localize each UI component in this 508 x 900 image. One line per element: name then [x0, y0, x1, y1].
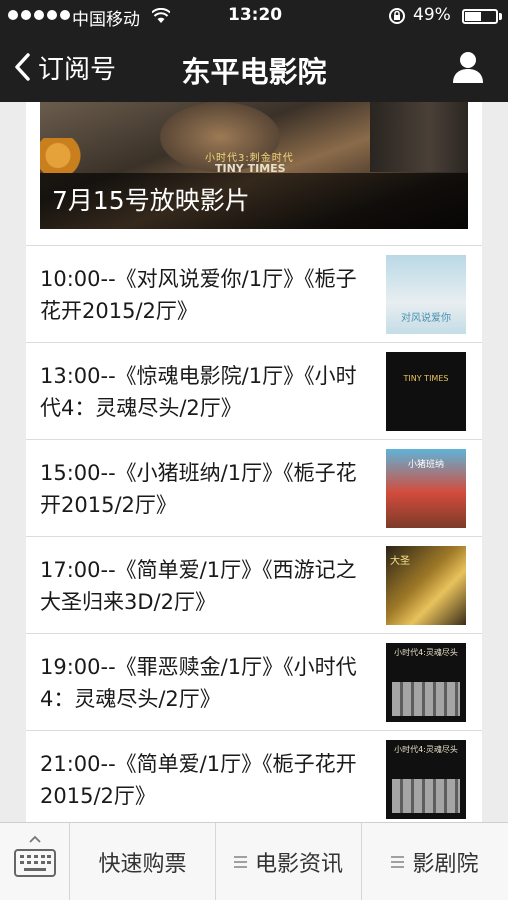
schedule-row[interactable]: 15:00--《小猪班纳/1厅》《栀子花开2015/2厅》 小猪班纳: [26, 439, 482, 536]
movie-poster-thumb: 对风说爱你: [386, 255, 466, 334]
movie-poster-thumb: 小时代4:灵魂尽头: [386, 643, 466, 722]
schedule-row[interactable]: 10:00--《对风说爱你/1厅》《栀子花开2015/2厅》 对风说爱你: [26, 245, 482, 342]
tab-label: 快速购票: [98, 852, 187, 877]
movie-poster-thumb: 大圣: [386, 546, 466, 625]
thumb-cast: [392, 779, 460, 813]
movie-poster-thumb: TINY TIMES: [386, 352, 466, 431]
battery-icon: [462, 9, 498, 24]
schedule-text: 19:00--《罪恶赎金/1厅》《小时代4：灵魂尽头/2厅》: [40, 655, 357, 711]
schedule-row[interactable]: 19:00--《罪恶赎金/1厅》《小时代4：灵魂尽头/2厅》 小时代4:灵魂尽头: [26, 633, 482, 730]
thumb-label: 小猪班纳: [407, 460, 444, 470]
banner-image[interactable]: 小时代3:刺金时代 TINY TIMES 7月15号放映影片: [40, 102, 468, 229]
tab-quick-ticket[interactable]: 快速购票: [70, 823, 216, 900]
thumb-label: 大圣: [390, 556, 410, 567]
menu-icon: [391, 856, 405, 868]
nav-bar: 订阅号 东平电影院: [0, 32, 508, 102]
thumb-label: TINY TIMES: [403, 374, 449, 383]
carrier-label: 中国移动: [72, 10, 140, 30]
signal-icon: [8, 10, 70, 20]
chevron-up-icon: [29, 835, 41, 843]
keyboard-icon: [14, 849, 56, 877]
bottom-menu-bar: 快速购票 电影资讯 影剧院: [0, 822, 508, 900]
status-bar: 中国移动 13:20 49%: [0, 0, 508, 32]
banner-container: 小时代3:刺金时代 TINY TIMES 7月15号放映影片: [26, 102, 482, 245]
schedule-text: 13:00--《惊魂电影院/1厅》《小时代4：灵魂尽头/2厅》: [40, 364, 357, 420]
app: 中国移动 13:20 49% 订阅号 东平电影院 小时代3:刺金时代 TINY …: [0, 0, 508, 900]
schedule-row[interactable]: 13:00--《惊魂电影院/1厅》《小时代4：灵魂尽头/2厅》 TINY TIM…: [26, 342, 482, 439]
banner-figure-right: [370, 102, 468, 172]
schedule-text: 15:00--《小猪班纳/1厅》《栀子花开2015/2厅》: [40, 461, 357, 517]
clock: 13:20: [228, 5, 283, 25]
profile-icon[interactable]: [450, 49, 486, 85]
battery-percent: 49%: [413, 5, 451, 25]
schedule-row[interactable]: 17:00--《简单爱/1厅》《西游记之大圣归来3D/2厅》 大圣: [26, 536, 482, 633]
thumb-cast: [392, 682, 460, 716]
schedule-row[interactable]: 21:00--《简单爱/1厅》《栀子花开2015/2厅》 小时代4:灵魂尽头: [26, 730, 482, 822]
banner-fruit-bowl: [40, 138, 100, 173]
thumb-label: 小时代4:灵魂尽头: [394, 745, 458, 754]
menu-icon: [233, 856, 247, 868]
schedule-text: 10:00--《对风说爱你/1厅》《栀子花开2015/2厅》: [40, 267, 357, 323]
movie-poster-thumb: 小时代4:灵魂尽头: [386, 740, 466, 819]
banner-caption: 7月15号放映影片: [52, 186, 250, 215]
schedule-text: 17:00--《简单爱/1厅》《西游记之大圣归来3D/2厅》: [40, 558, 357, 614]
schedule-card: 小时代3:刺金时代 TINY TIMES 7月15号放映影片 10:00--《对…: [26, 102, 482, 822]
movie-poster-thumb: 小猪班纳: [386, 449, 466, 528]
thumb-label: 对风说爱你: [401, 313, 451, 324]
schedule-text: 21:00--《简单爱/1厅》《栀子花开2015/2厅》: [40, 752, 357, 808]
tab-label: 电影资讯: [254, 852, 343, 877]
page-title: 东平电影院: [181, 55, 327, 89]
tab-label: 影剧院: [412, 852, 479, 877]
rotation-lock-icon: [389, 8, 405, 24]
keyboard-toggle-button[interactable]: [0, 823, 70, 900]
tab-theater[interactable]: 影剧院: [362, 823, 508, 900]
tab-movie-news[interactable]: 电影资讯: [216, 823, 362, 900]
battery-tip: [499, 13, 502, 20]
wifi-icon: [152, 8, 170, 23]
content-area[interactable]: 小时代3:刺金时代 TINY TIMES 7月15号放映影片 10:00--《对…: [26, 102, 482, 822]
thumb-label: 小时代4:灵魂尽头: [394, 648, 458, 657]
